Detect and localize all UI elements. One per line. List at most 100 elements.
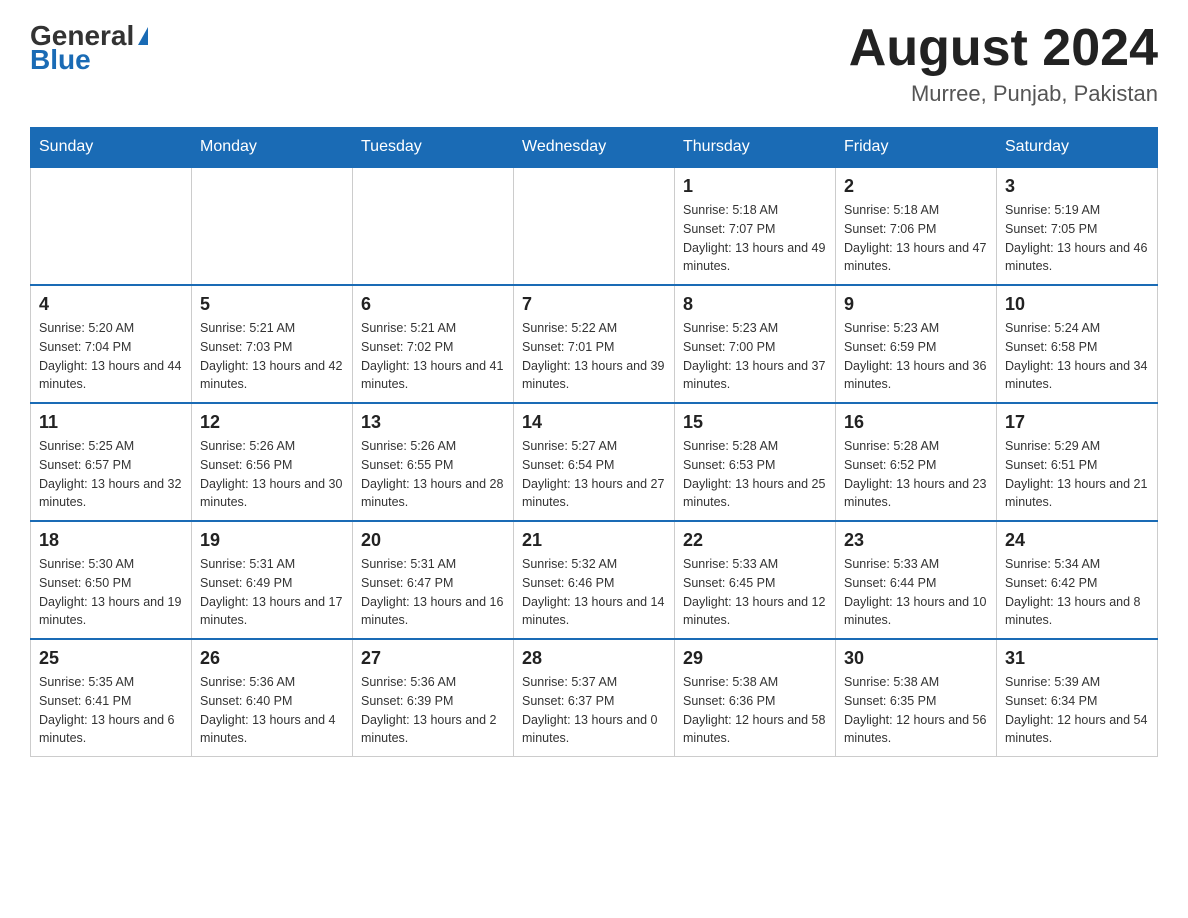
day-number: 13 bbox=[361, 412, 505, 433]
day-info: Sunrise: 5:24 AM Sunset: 6:58 PM Dayligh… bbox=[1005, 319, 1149, 394]
calendar-cell: 10 Sunrise: 5:24 AM Sunset: 6:58 PM Dayli… bbox=[997, 285, 1158, 403]
day-number: 23 bbox=[844, 530, 988, 551]
day-number: 8 bbox=[683, 294, 827, 315]
day-number: 24 bbox=[1005, 530, 1149, 551]
day-info: Sunrise: 5:21 AM Sunset: 7:03 PM Dayligh… bbox=[200, 319, 344, 394]
calendar-cell: 28Sunrise: 5:37 AM Sunset: 6:37 PM Dayli… bbox=[514, 639, 675, 757]
day-info: Sunrise: 5:36 AM Sunset: 6:39 PM Dayligh… bbox=[361, 673, 505, 748]
calendar-cell: 27 Sunrise: 5:36 AM Sunset: 6:39 PM Dayli… bbox=[353, 639, 514, 757]
day-info: Sunrise: 5:31 AM Sunset: 6:49 PM Dayligh… bbox=[200, 555, 344, 630]
calendar-cell: 11Sunrise: 5:25 AM Sunset: 6:57 PM Dayli… bbox=[31, 403, 192, 521]
day-number: 22 bbox=[683, 530, 827, 551]
day-info: Sunrise: 5:39 AM Sunset: 6:34 PM Dayligh… bbox=[1005, 673, 1149, 748]
day-number: 26 bbox=[200, 648, 344, 669]
calendar-cell: 1 Sunrise: 5:18 AM Sunset: 7:07 PM Daylig… bbox=[675, 167, 836, 285]
calendar-cell: 24 Sunrise: 5:34 AM Sunset: 6:42 PM Dayli… bbox=[997, 521, 1158, 639]
weekday-header-monday: Monday bbox=[192, 128, 353, 168]
day-info: Sunrise: 5:19 AM Sunset: 7:05 PM Dayligh… bbox=[1005, 201, 1149, 276]
calendar-cell: 29 Sunrise: 5:38 AM Sunset: 6:36 PM Dayli… bbox=[675, 639, 836, 757]
day-number: 4 bbox=[39, 294, 183, 315]
calendar-cell: 4 Sunrise: 5:20 AM Sunset: 7:04 PM Daylig… bbox=[31, 285, 192, 403]
calendar-week-row: 1 Sunrise: 5:18 AM Sunset: 7:07 PM Daylig… bbox=[31, 167, 1158, 285]
calendar-cell: 8 Sunrise: 5:23 AM Sunset: 7:00 PM Daylig… bbox=[675, 285, 836, 403]
day-info: Sunrise: 5:26 AM Sunset: 6:56 PM Dayligh… bbox=[200, 437, 344, 512]
day-info: Sunrise: 5:34 AM Sunset: 6:42 PM Dayligh… bbox=[1005, 555, 1149, 630]
calendar-cell bbox=[514, 167, 675, 285]
calendar-week-row: 4 Sunrise: 5:20 AM Sunset: 7:04 PM Daylig… bbox=[31, 285, 1158, 403]
calendar-cell: 12 Sunrise: 5:26 AM Sunset: 6:56 PM Dayli… bbox=[192, 403, 353, 521]
day-info: Sunrise: 5:23 AM Sunset: 6:59 PM Dayligh… bbox=[844, 319, 988, 394]
day-info: Sunrise: 5:22 AM Sunset: 7:01 PM Dayligh… bbox=[522, 319, 666, 394]
day-info: Sunrise: 5:26 AM Sunset: 6:55 PM Dayligh… bbox=[361, 437, 505, 512]
calendar-cell: 9 Sunrise: 5:23 AM Sunset: 6:59 PM Daylig… bbox=[836, 285, 997, 403]
day-info: Sunrise: 5:30 AM Sunset: 6:50 PM Dayligh… bbox=[39, 555, 183, 630]
calendar-week-row: 25 Sunrise: 5:35 AM Sunset: 6:41 PM Dayli… bbox=[31, 639, 1158, 757]
weekday-header-sunday: Sunday bbox=[31, 128, 192, 168]
day-number: 9 bbox=[844, 294, 988, 315]
calendar-cell: 14 Sunrise: 5:27 AM Sunset: 6:54 PM Dayli… bbox=[514, 403, 675, 521]
day-info: Sunrise: 5:38 AM Sunset: 6:36 PM Dayligh… bbox=[683, 673, 827, 748]
location-text: Murree, Punjab, Pakistan bbox=[849, 81, 1158, 107]
weekday-header-friday: Friday bbox=[836, 128, 997, 168]
weekday-header-thursday: Thursday bbox=[675, 128, 836, 168]
calendar-header-row: SundayMondayTuesdayWednesdayThursdayFrid… bbox=[31, 128, 1158, 168]
day-number: 10 bbox=[1005, 294, 1149, 315]
day-info: Sunrise: 5:31 AM Sunset: 6:47 PM Dayligh… bbox=[361, 555, 505, 630]
day-info: Sunrise: 5:28 AM Sunset: 6:52 PM Dayligh… bbox=[844, 437, 988, 512]
day-number: 25 bbox=[39, 648, 183, 669]
day-info: Sunrise: 5:33 AM Sunset: 6:45 PM Dayligh… bbox=[683, 555, 827, 630]
calendar-cell: 20 Sunrise: 5:31 AM Sunset: 6:47 PM Dayli… bbox=[353, 521, 514, 639]
day-number: 29 bbox=[683, 648, 827, 669]
day-number: 19 bbox=[200, 530, 344, 551]
day-info: Sunrise: 5:27 AM Sunset: 6:54 PM Dayligh… bbox=[522, 437, 666, 512]
month-title: August 2024 bbox=[849, 20, 1158, 77]
calendar-cell: 2 Sunrise: 5:18 AM Sunset: 7:06 PM Daylig… bbox=[836, 167, 997, 285]
day-number: 12 bbox=[200, 412, 344, 433]
calendar-cell: 19 Sunrise: 5:31 AM Sunset: 6:49 PM Dayli… bbox=[192, 521, 353, 639]
calendar-cell: 15 Sunrise: 5:28 AM Sunset: 6:53 PM Dayli… bbox=[675, 403, 836, 521]
day-number: 1 bbox=[683, 176, 827, 197]
calendar-cell bbox=[192, 167, 353, 285]
calendar-cell: 30 Sunrise: 5:38 AM Sunset: 6:35 PM Dayli… bbox=[836, 639, 997, 757]
calendar-table: SundayMondayTuesdayWednesdayThursdayFrid… bbox=[30, 127, 1158, 757]
calendar-week-row: 18Sunrise: 5:30 AM Sunset: 6:50 PM Dayli… bbox=[31, 521, 1158, 639]
logo-blue-text: Blue bbox=[30, 44, 91, 76]
day-number: 6 bbox=[361, 294, 505, 315]
logo-triangle-icon bbox=[138, 27, 148, 45]
calendar-cell: 3 Sunrise: 5:19 AM Sunset: 7:05 PM Daylig… bbox=[997, 167, 1158, 285]
day-number: 14 bbox=[522, 412, 666, 433]
calendar-cell: 26Sunrise: 5:36 AM Sunset: 6:40 PM Dayli… bbox=[192, 639, 353, 757]
calendar-cell: 5Sunrise: 5:21 AM Sunset: 7:03 PM Daylig… bbox=[192, 285, 353, 403]
calendar-cell: 18Sunrise: 5:30 AM Sunset: 6:50 PM Dayli… bbox=[31, 521, 192, 639]
calendar-cell: 13 Sunrise: 5:26 AM Sunset: 6:55 PM Dayli… bbox=[353, 403, 514, 521]
day-number: 7 bbox=[522, 294, 666, 315]
weekday-header-saturday: Saturday bbox=[997, 128, 1158, 168]
page-header: General Blue August 2024 Murree, Punjab,… bbox=[30, 20, 1158, 107]
day-number: 2 bbox=[844, 176, 988, 197]
calendar-cell: 7 Sunrise: 5:22 AM Sunset: 7:01 PM Daylig… bbox=[514, 285, 675, 403]
day-number: 27 bbox=[361, 648, 505, 669]
day-number: 15 bbox=[683, 412, 827, 433]
day-info: Sunrise: 5:18 AM Sunset: 7:07 PM Dayligh… bbox=[683, 201, 827, 276]
weekday-header-wednesday: Wednesday bbox=[514, 128, 675, 168]
day-info: Sunrise: 5:28 AM Sunset: 6:53 PM Dayligh… bbox=[683, 437, 827, 512]
day-number: 21 bbox=[522, 530, 666, 551]
calendar-cell: 21Sunrise: 5:32 AM Sunset: 6:46 PM Dayli… bbox=[514, 521, 675, 639]
day-info: Sunrise: 5:18 AM Sunset: 7:06 PM Dayligh… bbox=[844, 201, 988, 276]
calendar-week-row: 11Sunrise: 5:25 AM Sunset: 6:57 PM Dayli… bbox=[31, 403, 1158, 521]
day-info: Sunrise: 5:20 AM Sunset: 7:04 PM Dayligh… bbox=[39, 319, 183, 394]
calendar-cell: 31 Sunrise: 5:39 AM Sunset: 6:34 PM Dayli… bbox=[997, 639, 1158, 757]
day-info: Sunrise: 5:23 AM Sunset: 7:00 PM Dayligh… bbox=[683, 319, 827, 394]
calendar-cell: 16Sunrise: 5:28 AM Sunset: 6:52 PM Dayli… bbox=[836, 403, 997, 521]
day-number: 3 bbox=[1005, 176, 1149, 197]
day-info: Sunrise: 5:38 AM Sunset: 6:35 PM Dayligh… bbox=[844, 673, 988, 748]
day-number: 17 bbox=[1005, 412, 1149, 433]
day-info: Sunrise: 5:35 AM Sunset: 6:41 PM Dayligh… bbox=[39, 673, 183, 748]
day-info: Sunrise: 5:21 AM Sunset: 7:02 PM Dayligh… bbox=[361, 319, 505, 394]
day-number: 28 bbox=[522, 648, 666, 669]
day-number: 31 bbox=[1005, 648, 1149, 669]
day-info: Sunrise: 5:33 AM Sunset: 6:44 PM Dayligh… bbox=[844, 555, 988, 630]
calendar-cell bbox=[353, 167, 514, 285]
day-number: 20 bbox=[361, 530, 505, 551]
day-number: 30 bbox=[844, 648, 988, 669]
